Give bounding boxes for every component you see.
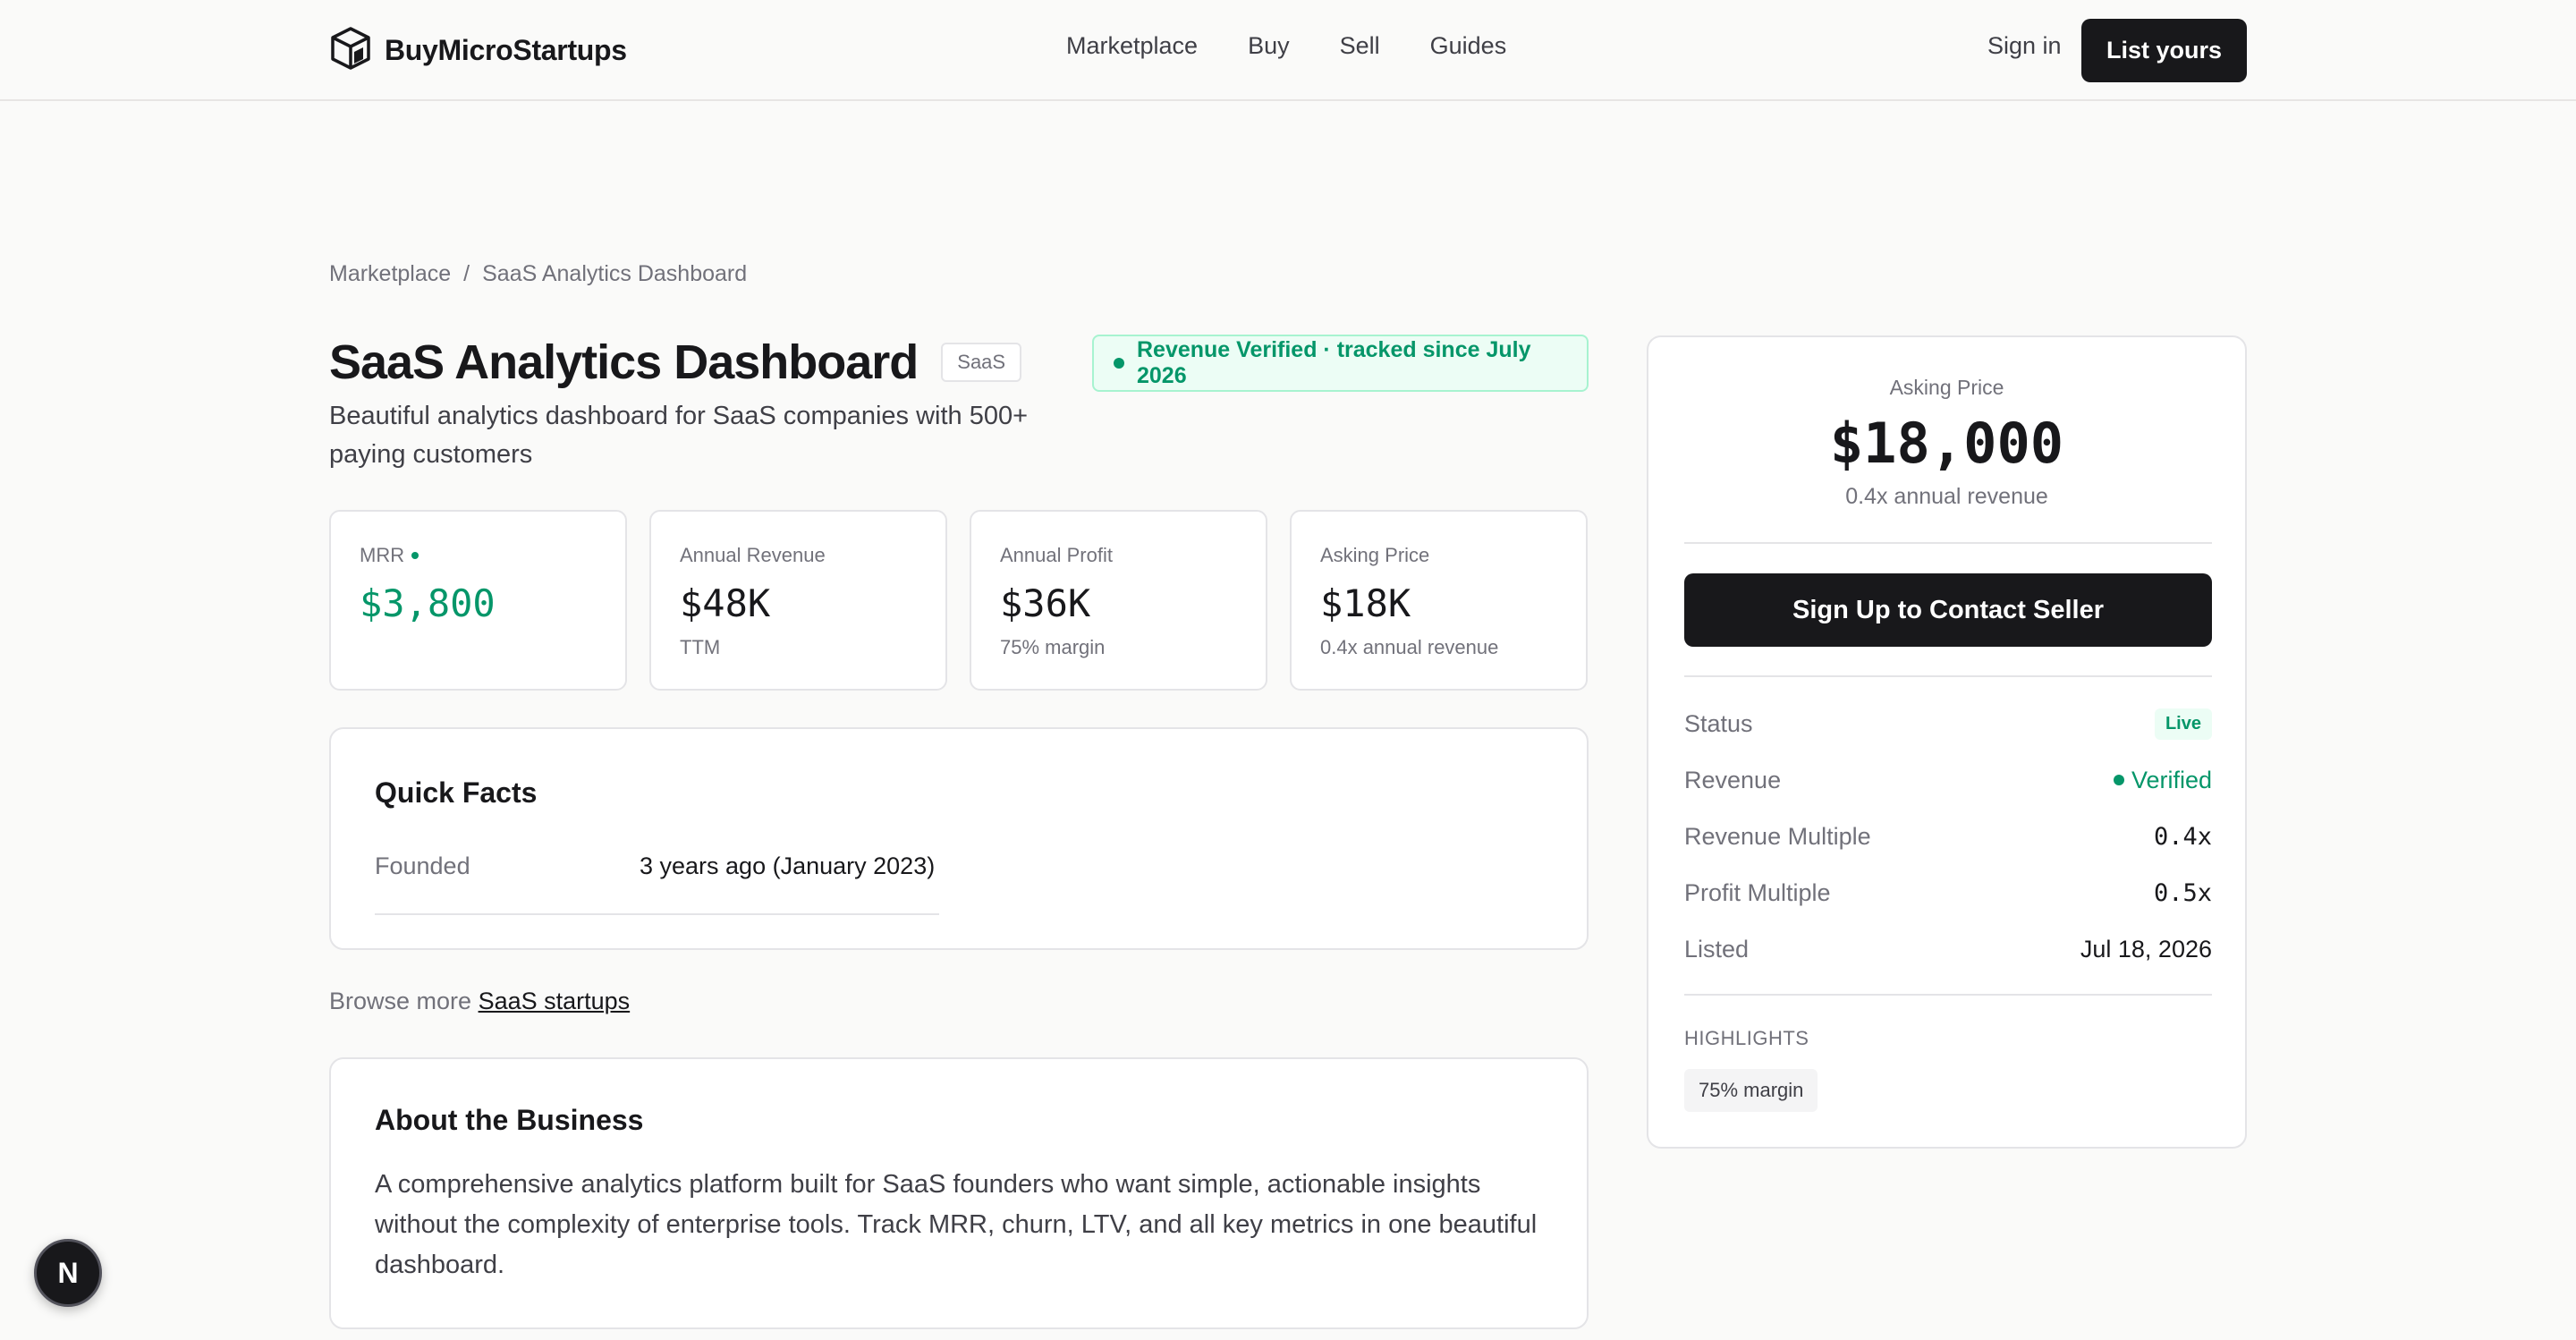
highlight-chip: 75% margin — [1684, 1069, 1818, 1112]
asking-price-sub: 0.4x annual revenue — [1845, 484, 2048, 509]
status-badge: Live — [2154, 708, 2212, 740]
breadcrumb-separator: / — [463, 261, 470, 286]
highlights-label: HIGHLIGHTS — [1684, 1027, 1809, 1049]
browse-prefix: Browse more — [329, 988, 472, 1014]
main-nav: Marketplace Buy Sell Guides — [1066, 32, 1506, 60]
row-listed: Listed Jul 18, 2026 — [1684, 931, 2212, 967]
sign-in-link[interactable]: Sign in — [1987, 32, 2062, 60]
live-dot-icon — [411, 552, 419, 559]
row-value: Verified — [2131, 766, 2212, 793]
top-navbar: BuyMicroStartups Marketplace Buy Sell Gu… — [0, 0, 2576, 101]
row-profit-multiple: Profit Multiple 0.5x — [1684, 875, 2212, 911]
divider — [1684, 994, 2212, 996]
facts-value: 3 years ago (January 2023) — [640, 852, 936, 879]
row-label: Listed — [1684, 935, 1750, 963]
listing-title-row: SaaS Analytics Dashboard SaaS — [329, 335, 1022, 390]
metric-card-asking-price: Asking Price $18K 0.4x annual revenue — [1290, 510, 1588, 691]
dev-tools-badge[interactable]: N — [34, 1239, 102, 1307]
metric-sub: 75% margin — [1000, 636, 1106, 658]
browse-more: Browse more SaaS startups — [329, 988, 630, 1015]
metric-value: $3,800 — [360, 581, 496, 625]
nav-buy[interactable]: Buy — [1248, 32, 1290, 60]
about-title: About the Business — [375, 1104, 644, 1136]
brand-logo[interactable]: BuyMicroStartups — [327, 25, 627, 76]
breadcrumb-marketplace[interactable]: Marketplace — [329, 261, 451, 287]
row-value: 0.4x — [2153, 822, 2212, 851]
row-label: Revenue — [1684, 766, 1782, 793]
row-revenue: Revenue Verified — [1684, 762, 2212, 798]
metric-sub: 0.4x annual revenue — [1320, 636, 1499, 658]
quick-facts-panel: Quick Facts Founded 3 years ago (January… — [329, 727, 1589, 950]
pricing-sidebar: Asking Price $18,000 0.4x annual revenue… — [1647, 335, 2247, 1149]
row-value: Jul 18, 2026 — [2080, 935, 2212, 963]
verified-banner-text: Revenue Verified · tracked since July 20… — [1137, 337, 1531, 388]
about-text: A comprehensive analytics platform built… — [375, 1170, 1538, 1279]
metric-label: Asking Price — [1320, 544, 1430, 566]
metric-label: Annual Profit — [1000, 544, 1113, 566]
listing-subtitle: Beautiful analytics dashboard for SaaS c… — [329, 402, 1029, 469]
row-label: Profit Multiple — [1684, 878, 1831, 906]
metric-value: $36K — [1000, 581, 1091, 625]
contact-seller-button[interactable]: Sign Up to Contact Seller — [1684, 573, 2212, 647]
metric-value: $18K — [1320, 581, 1411, 625]
row-label: Revenue Multiple — [1684, 822, 1871, 850]
revenue-verified: Verified — [2113, 766, 2212, 794]
metric-card-annual-revenue: Annual Revenue $48K TTM — [649, 510, 947, 691]
divider — [1684, 542, 2212, 544]
row-value: 0.5x — [2153, 878, 2212, 907]
metric-label-text: MRR — [360, 544, 405, 566]
revenue-verified-banner: Revenue Verified · tracked since July 20… — [1092, 335, 1589, 392]
breadcrumb: Marketplace / SaaS Analytics Dashboard — [329, 261, 747, 287]
metric-sub: TTM — [680, 636, 721, 658]
row-revenue-multiple: Revenue Multiple 0.4x — [1684, 818, 2212, 854]
facts-label: Founded — [375, 852, 470, 879]
facts-row-founded: Founded 3 years ago (January 2023) — [375, 852, 939, 915]
quick-facts-title: Quick Facts — [375, 776, 538, 809]
asking-price-value: $18,000 — [1829, 411, 2064, 476]
divider — [1684, 675, 2212, 677]
metric-card-annual-profit: Annual Profit $36K 75% margin — [970, 510, 1267, 691]
row-label: Status — [1684, 709, 1753, 737]
cube-icon — [327, 25, 374, 76]
browse-saas-link[interactable]: SaaS startups — [479, 988, 631, 1014]
nav-sell[interactable]: Sell — [1340, 32, 1380, 60]
breadcrumb-current: SaaS Analytics Dashboard — [482, 261, 748, 286]
green-dot-icon — [1114, 358, 1124, 369]
category-tag[interactable]: SaaS — [941, 343, 1022, 382]
metric-label: Annual Revenue — [680, 544, 826, 566]
nav-guides[interactable]: Guides — [1430, 32, 1507, 60]
nav-marketplace[interactable]: Marketplace — [1066, 32, 1198, 60]
asking-price-label: Asking Price — [1889, 376, 2004, 399]
metric-value: $48K — [680, 581, 771, 625]
row-status: Status Live — [1684, 706, 2212, 742]
brand-name: BuyMicroStartups — [385, 34, 627, 66]
list-yours-button[interactable]: List yours — [2081, 19, 2247, 82]
metric-card-mrr: MRR $3,800 — [329, 510, 627, 691]
page-title: SaaS Analytics Dashboard — [329, 335, 919, 389]
green-dot-icon — [2113, 775, 2124, 785]
metric-label: MRR — [360, 544, 625, 567]
about-panel: About the Business A comprehensive analy… — [329, 1057, 1589, 1329]
